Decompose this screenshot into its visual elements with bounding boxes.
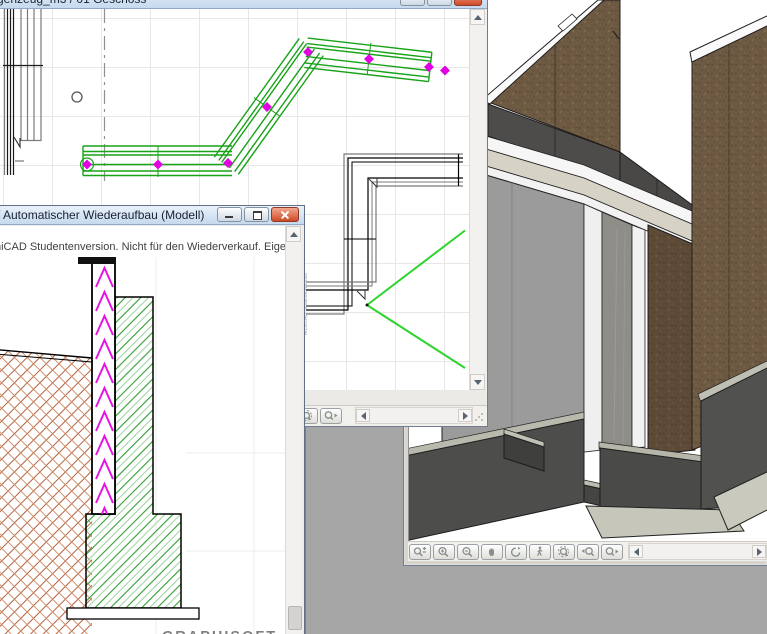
pan-hand-button[interactable] xyxy=(481,543,503,560)
arrow-left-icon xyxy=(360,411,366,420)
base-plate xyxy=(66,607,200,620)
fit-in-window-button[interactable] xyxy=(553,543,575,560)
section-titlebar[interactable]: / Automatischer Wiederaufbau (Modell) xyxy=(0,206,304,225)
arrow-up-icon xyxy=(473,14,482,20)
next-zoom-button[interactable] xyxy=(601,543,623,560)
lintel-cap xyxy=(78,257,116,264)
scroll-left-button[interactable] xyxy=(629,545,643,558)
scrollbar-thumb[interactable] xyxy=(288,606,302,630)
scroll-right-button[interactable] xyxy=(458,409,472,422)
close-button[interactable] xyxy=(271,207,299,222)
wall-vertical xyxy=(3,9,43,175)
section-vertical-scrollbar[interactable] xyxy=(285,226,302,634)
graphisoft-logo: GRAPHISOFT. xyxy=(162,629,281,634)
arrow-down-icon xyxy=(473,379,482,385)
arrow-right-icon xyxy=(462,411,468,420)
scroll-up-button[interactable] xyxy=(470,9,485,25)
minimize-icon xyxy=(225,216,233,218)
student-version-watermark: hiCAD Studentenversion. Nicht für den Wi… xyxy=(0,241,302,253)
arrow-left-icon xyxy=(633,547,639,556)
viewer-horizontal-scrollbar[interactable] xyxy=(628,543,767,560)
wall-drawing xyxy=(306,153,463,315)
minimize-button[interactable] xyxy=(217,207,242,222)
selected-wall[interactable] xyxy=(79,37,433,177)
previous-zoom-button[interactable] xyxy=(577,543,599,560)
arrow-up-icon xyxy=(289,231,298,237)
camera-view-cone[interactable] xyxy=(365,229,466,369)
section-window: / Automatischer Wiederaufbau (Modell) hi… xyxy=(0,205,305,634)
viewer-toolbar xyxy=(408,541,767,561)
plan-vertical-scrollbar[interactable] xyxy=(469,9,486,390)
arrow-right-icon xyxy=(756,547,762,556)
restore-icon xyxy=(253,211,262,220)
archicad-workspace: genzeug_m3 / 01 Geschoss xyxy=(0,0,767,634)
close-button[interactable] xyxy=(454,0,482,6)
scroll-up-button[interactable] xyxy=(286,226,301,242)
plan-titlebar[interactable]: genzeug_m3 / 01 Geschoss xyxy=(0,0,487,9)
section-window-title: / Automatischer Wiederaufbau (Modell) xyxy=(0,208,205,222)
maximize-button[interactable] xyxy=(427,0,452,6)
walk-button[interactable] xyxy=(529,543,551,560)
close-icon xyxy=(280,210,290,220)
next-zoom-button[interactable] xyxy=(320,407,342,424)
section-drawing xyxy=(0,257,301,634)
restore-button[interactable] xyxy=(244,207,269,222)
minimize-button[interactable] xyxy=(400,0,425,6)
origin-circle xyxy=(71,91,83,103)
scroll-left-button[interactable] xyxy=(356,409,370,422)
resize-grip[interactable] xyxy=(473,411,485,423)
plan-horizontal-scrollbar[interactable] xyxy=(355,407,473,424)
orbit-button[interactable] xyxy=(505,543,527,560)
scroll-down-button[interactable] xyxy=(470,374,485,390)
wall-end-section xyxy=(583,203,646,453)
section-canvas[interactable]: hiCAD Studentenversion. Nicht für den Wi… xyxy=(0,226,302,634)
zoom-out-button[interactable] xyxy=(457,543,479,560)
zoom-in-out-button[interactable] xyxy=(409,543,431,560)
ground-hatch xyxy=(0,349,93,634)
scroll-right-button[interactable] xyxy=(752,545,766,558)
zoom-in-button[interactable] xyxy=(433,543,455,560)
plan-window-title: genzeug_m3 / 01 Geschoss xyxy=(0,0,146,6)
